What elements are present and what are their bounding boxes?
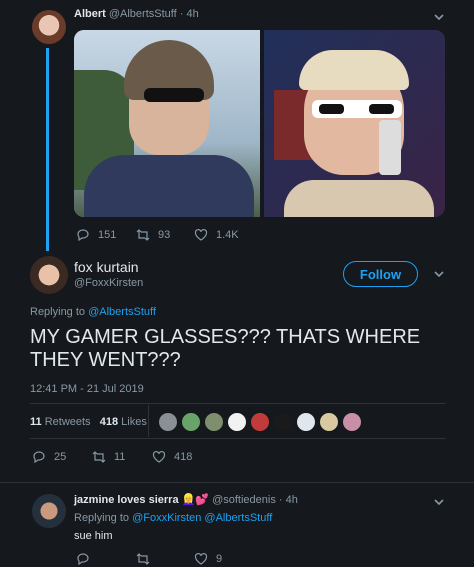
liker-avatar[interactable] [158,412,178,432]
tweet-photo-right[interactable] [264,30,445,217]
retweet-icon [136,229,150,241]
reply-count: 151 [98,229,117,241]
replying-to-link[interactable]: @AlbertsStuff [204,512,272,524]
liker-avatar[interactable] [204,412,224,432]
tweet-photo-left[interactable] [74,30,260,217]
liker-avatar[interactable] [342,412,362,432]
like-action[interactable]: 1.4K [194,228,239,242]
liker-avatar[interactable] [319,412,339,432]
tweet-timestamp[interactable]: 12:41 PM - 21 Jul 2019 [30,383,144,395]
liker-avatar[interactable] [181,412,201,432]
liker-avatar[interactable] [227,412,247,432]
like-action[interactable]: 418 [152,450,192,464]
retweet-action[interactable] [136,552,150,566]
retweet-count: 93 [158,229,171,241]
likers-avatars [158,412,362,432]
reply-display-name[interactable]: jazmine loves sierra [74,494,179,506]
like-count: 9 [216,553,223,565]
liker-avatar[interactable] [250,412,270,432]
avatar-albert[interactable] [32,10,66,44]
replying-to-link[interactable]: @FoxxKirsten [132,512,201,524]
like-action[interactable]: 9 [194,552,222,566]
likes-stat[interactable]: 418 Likes [100,416,147,428]
main-handle[interactable]: @FoxxKirsten [74,277,143,289]
name-emoji: 👱‍♀️💕 [181,494,210,506]
display-name[interactable]: Albert [74,8,106,20]
retweet-action[interactable]: 93 [136,228,170,242]
reply-icon [77,553,89,566]
tweet-stats: 11 Retweets 418 Likes [30,416,147,428]
liker-avatar[interactable] [273,412,293,432]
heart-icon [194,228,208,241]
tweet-header: Albert @AlbertsStuff · 4h [74,8,199,20]
tweet-time[interactable]: · 4h [180,8,199,20]
reply-replying-to: Replying to @FoxxKirsten @AlbertsStuff [74,512,273,524]
divider [30,438,446,439]
thread-line [46,48,49,251]
retweet-count: 11 [114,451,126,463]
handle[interactable]: @AlbertsStuff [109,8,177,20]
liker-avatar[interactable] [296,412,316,432]
divider [30,403,446,404]
divider [0,482,474,483]
like-count: 1.4K [216,229,239,241]
reply-icon [77,229,89,242]
stats-separator [148,405,149,437]
reply-count: 25 [54,451,67,463]
reply-action[interactable] [76,552,90,566]
heart-icon [194,552,208,565]
reply-text: sue him [74,530,113,542]
retweets-stat[interactable]: 11 Retweets [30,416,94,428]
chevron-down-icon[interactable] [432,495,446,509]
retweet-icon [92,451,106,463]
heart-icon [152,450,166,463]
follow-button[interactable]: Follow [343,261,418,287]
main-display-name[interactable]: fox kurtain [74,259,139,275]
replying-to-link[interactable]: @AlbertsStuff [88,306,156,318]
retweet-action[interactable]: 11 [92,450,125,464]
reply-time[interactable]: · 4h [279,494,298,506]
avatar-fox-kurtain[interactable] [30,256,68,294]
chevron-down-icon[interactable] [432,267,446,281]
avatar-jazmine[interactable] [32,494,66,528]
reply-action[interactable]: 25 [32,450,66,464]
chevron-down-icon[interactable] [432,10,446,24]
reply-action[interactable]: 151 [76,228,116,242]
replying-to: Replying to @AlbertsStuff [30,306,156,318]
reply-header: jazmine loves sierra 👱‍♀️💕 @softiedenis … [74,493,298,506]
retweet-icon [136,553,150,565]
like-count: 418 [174,451,193,463]
reply-icon [33,451,45,464]
tweet-text: MY GAMER GLASSES??? THATS WHERE THEY WEN… [30,326,421,371]
reply-handle[interactable]: @softiedenis [212,494,276,506]
